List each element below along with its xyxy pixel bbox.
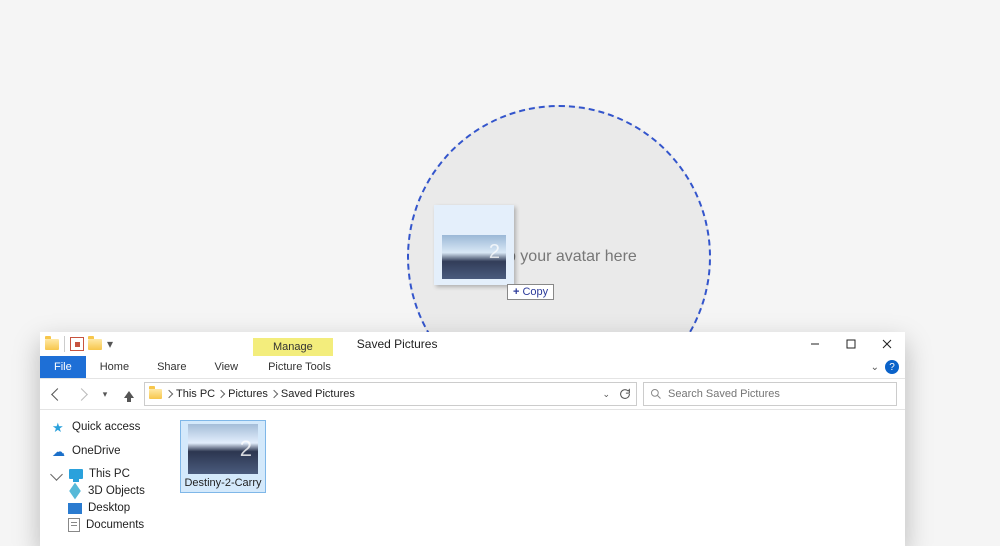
addr-folder-icon bbox=[149, 389, 162, 399]
up-button[interactable] bbox=[120, 385, 138, 403]
monitor-icon bbox=[69, 469, 83, 479]
navigation-pane: ★ Quick access ☁ OneDrive This PC 3 bbox=[40, 410, 168, 546]
star-icon: ★ bbox=[52, 420, 66, 434]
minimize-button[interactable] bbox=[797, 332, 833, 356]
window-controls bbox=[797, 332, 905, 356]
titlebar: ▾ Manage Saved Pictures bbox=[40, 332, 905, 356]
desktop-icon bbox=[68, 503, 82, 514]
copy-label: Copy bbox=[522, 286, 548, 298]
breadcrumb-saved-pictures[interactable]: Saved Pictures bbox=[281, 388, 355, 400]
quick-access-toolbar: ▾ bbox=[40, 332, 115, 356]
qat-customize[interactable]: ▾ bbox=[105, 336, 115, 352]
ribbon-tabs: File Home Share View Picture Tools ⌄ ? bbox=[40, 356, 905, 379]
divider bbox=[64, 336, 65, 352]
search-box[interactable] bbox=[643, 382, 897, 406]
thumbnail-image bbox=[442, 235, 506, 279]
address-bar[interactable]: This PC Pictures Saved Pictures ⌄ bbox=[144, 382, 637, 406]
folder-icon bbox=[44, 336, 60, 352]
cloud-icon: ☁ bbox=[52, 444, 66, 458]
sidebar-item-desktop[interactable]: Desktop bbox=[40, 500, 168, 516]
properties-icon[interactable] bbox=[69, 336, 85, 352]
help-icon[interactable]: ? bbox=[885, 360, 899, 374]
breadcrumb-this-pc[interactable]: This PC bbox=[176, 388, 224, 400]
document-icon bbox=[68, 518, 80, 532]
tab-share[interactable]: Share bbox=[143, 356, 200, 378]
breadcrumb-sep bbox=[165, 390, 173, 398]
sidebar-item-this-pc[interactable]: This PC bbox=[40, 466, 168, 482]
maximize-button[interactable] bbox=[833, 332, 869, 356]
new-folder-icon[interactable] bbox=[87, 336, 103, 352]
plus-icon: + bbox=[513, 286, 519, 298]
forward-button[interactable] bbox=[72, 385, 90, 403]
drag-copy-badge: + Copy bbox=[507, 284, 554, 300]
contextual-tab-group: Manage bbox=[253, 332, 333, 356]
navigation-bar: ▾ This PC Pictures Saved Pictures ⌄ bbox=[40, 379, 905, 410]
file-thumbnail: 2 bbox=[188, 424, 258, 474]
window-title: Saved Pictures bbox=[357, 337, 438, 351]
search-input[interactable] bbox=[668, 383, 890, 405]
file-item-selected[interactable]: 2 Destiny-2-Carry bbox=[180, 420, 266, 493]
contextual-tab-manage[interactable]: Manage bbox=[253, 338, 333, 356]
dragging-file-thumbnail[interactable] bbox=[434, 205, 514, 285]
addr-dropdown-icon[interactable]: ⌄ bbox=[602, 389, 610, 400]
sidebar-item-documents[interactable]: Documents bbox=[40, 516, 168, 534]
content-area: ★ Quick access ☁ OneDrive This PC 3 bbox=[40, 410, 905, 546]
tab-picture-tools[interactable]: Picture Tools bbox=[254, 356, 345, 378]
file-name-label[interactable]: Destiny-2-Carry bbox=[184, 477, 261, 489]
tab-view[interactable]: View bbox=[200, 356, 252, 378]
explorer-window: ▾ Manage Saved Pictures File Home Share … bbox=[40, 332, 905, 546]
search-icon bbox=[650, 388, 662, 400]
file-pane[interactable]: 2 Destiny-2-Carry bbox=[168, 410, 905, 546]
recent-locations-button[interactable]: ▾ bbox=[96, 385, 114, 403]
ribbon-collapse-icon[interactable]: ⌄ bbox=[871, 362, 879, 373]
chevron-down-icon[interactable] bbox=[50, 468, 63, 481]
close-button[interactable] bbox=[869, 332, 905, 356]
sidebar-item-quick-access[interactable]: ★ Quick access bbox=[40, 418, 168, 436]
breadcrumb-pictures[interactable]: Pictures bbox=[228, 388, 277, 400]
tab-file[interactable]: File bbox=[40, 356, 86, 378]
back-button[interactable] bbox=[48, 385, 66, 403]
cube-icon bbox=[68, 484, 82, 498]
sidebar-item-onedrive[interactable]: ☁ OneDrive bbox=[40, 442, 168, 460]
tab-home[interactable]: Home bbox=[86, 356, 143, 378]
sidebar-item-3d-objects[interactable]: 3D Objects bbox=[40, 482, 168, 500]
refresh-icon[interactable] bbox=[618, 387, 632, 401]
